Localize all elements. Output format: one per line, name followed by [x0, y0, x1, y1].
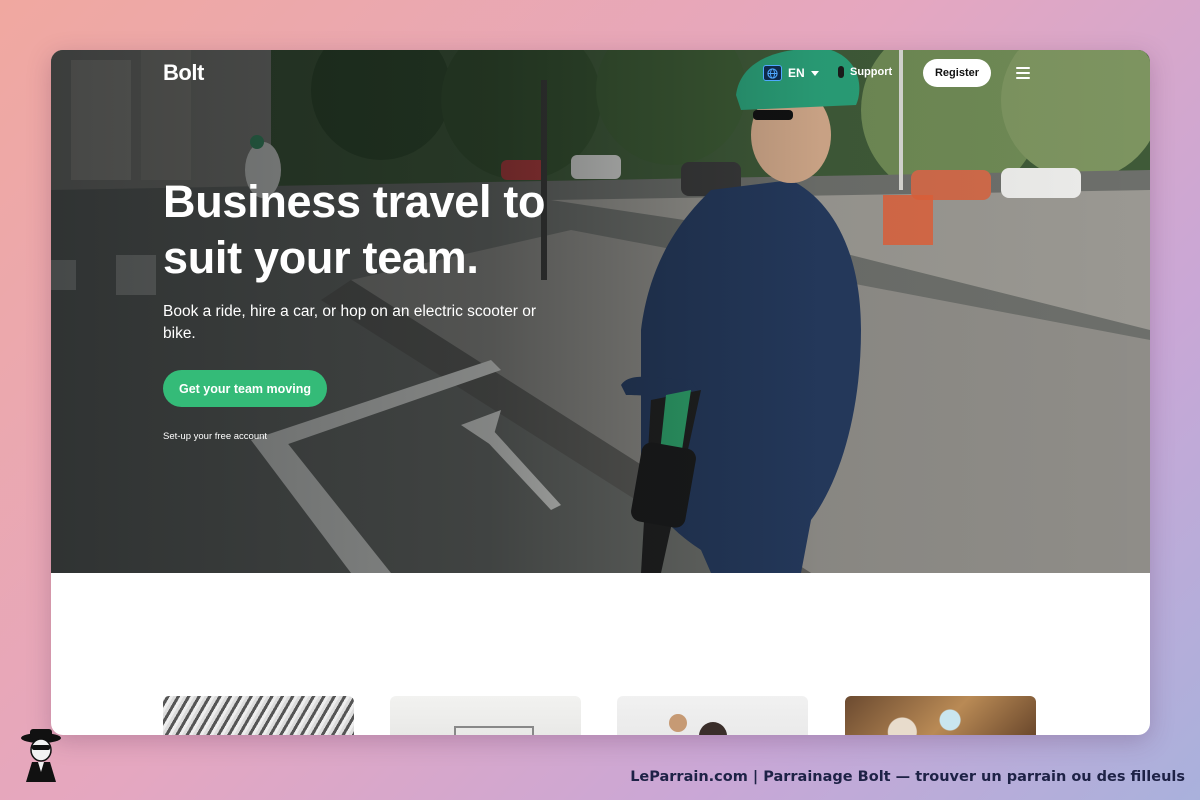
- feature-card-image[interactable]: [163, 696, 354, 735]
- support-label: Support: [850, 66, 893, 78]
- feature-card-image[interactable]: [845, 696, 1036, 735]
- globe-icon: [763, 65, 782, 81]
- mascot-icon: [21, 729, 61, 782]
- chevron-down-icon: [810, 70, 819, 76]
- feature-card-image[interactable]: [617, 696, 808, 735]
- feature-card-image[interactable]: [390, 696, 581, 735]
- cta-note: Set-up your free account: [163, 431, 268, 442]
- browser-window: Bolt EN Support Register Business travel…: [51, 50, 1150, 735]
- register-button[interactable]: Register: [923, 59, 991, 87]
- hero-section: Bolt EN Support Register Business travel…: [51, 50, 1150, 573]
- language-selector[interactable]: EN: [763, 65, 819, 81]
- language-label: EN: [788, 66, 805, 80]
- bolt-logo[interactable]: Bolt: [163, 60, 204, 86]
- support-icon: [838, 66, 844, 78]
- support-link[interactable]: Support: [838, 66, 892, 78]
- headline-line-2: suit your team.: [163, 232, 479, 283]
- hero-headline: Business travel to suit your team.: [163, 174, 603, 286]
- menu-icon[interactable]: [1016, 67, 1030, 79]
- footer-caption: LeParrain.com | Parrainage Bolt — trouve…: [630, 769, 1185, 785]
- headline-line-1: Business travel to: [163, 176, 546, 227]
- hero-subtext: Book a ride, hire a car, or hop on an el…: [163, 303, 537, 342]
- get-team-moving-button[interactable]: Get your team moving: [163, 370, 327, 407]
